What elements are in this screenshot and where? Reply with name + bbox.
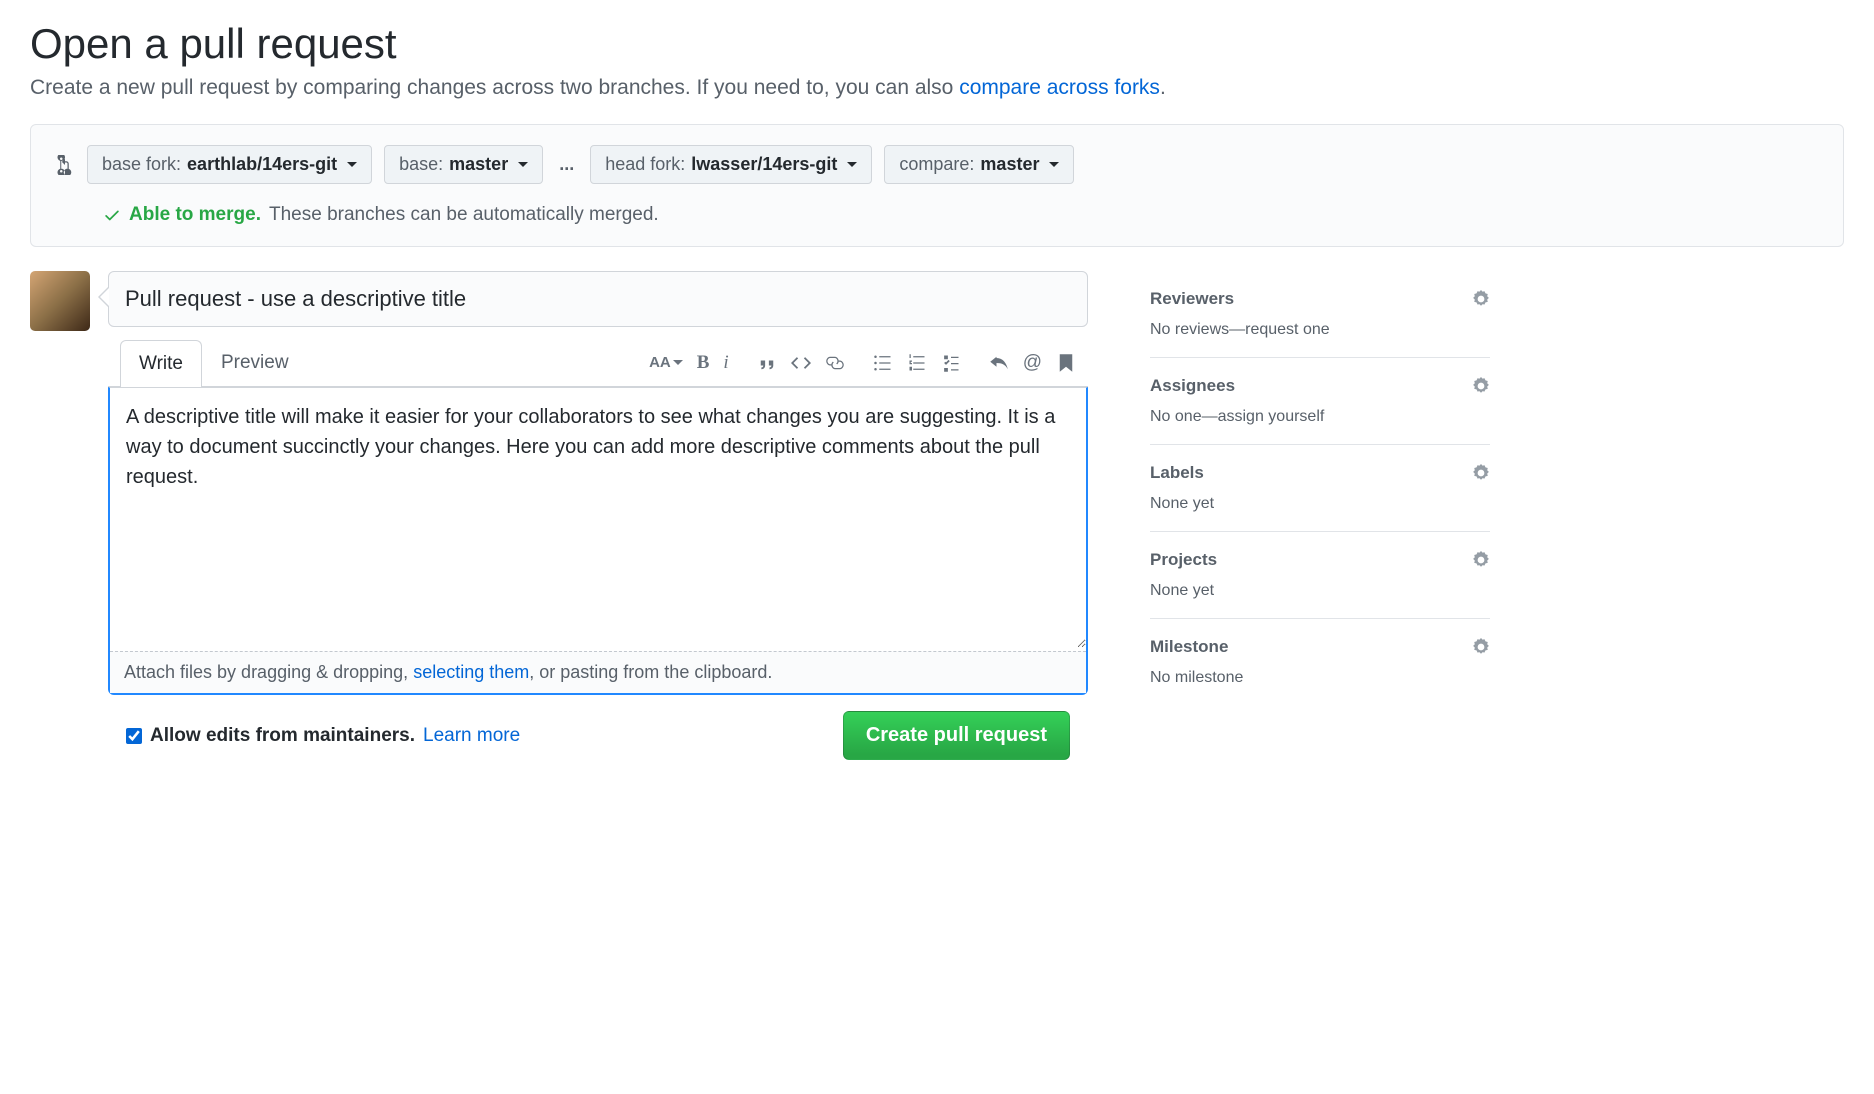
chevron-down-icon	[1049, 162, 1059, 167]
tab-write[interactable]: Write	[120, 340, 202, 387]
base-fork-label: base fork:	[102, 154, 181, 175]
bullet-list-icon[interactable]	[873, 353, 893, 373]
milestone-title: Milestone	[1150, 637, 1228, 657]
link-icon[interactable]	[825, 353, 845, 373]
chevron-down-icon	[847, 162, 857, 167]
head-fork-label: head fork:	[605, 154, 685, 175]
allow-edits-checkbox[interactable]	[126, 728, 142, 744]
tab-preview[interactable]: Preview	[202, 339, 308, 386]
page-title: Open a pull request	[30, 20, 1844, 68]
base-branch-select[interactable]: base: master	[384, 145, 543, 184]
quote-icon[interactable]	[757, 353, 777, 373]
learn-more-link[interactable]: Learn more	[423, 725, 520, 747]
chevron-down-icon	[347, 162, 357, 167]
attach-hint[interactable]: Attach files by dragging & dropping, sel…	[110, 651, 1086, 693]
gear-icon[interactable]	[1472, 290, 1490, 308]
sidebar-labels: Labels None yet	[1150, 445, 1490, 532]
page-subtitle: Create a new pull request by comparing c…	[30, 76, 1844, 100]
pr-form: Write Preview AA B i	[108, 271, 1088, 776]
allow-edits-label: Allow edits from maintainers.	[150, 725, 415, 747]
avatar	[30, 271, 90, 331]
milestone-body: No milestone	[1150, 669, 1490, 687]
sidebar-reviewers: Reviewers No reviews—request one	[1150, 271, 1490, 358]
assignees-prefix: No one—	[1150, 408, 1218, 425]
gear-icon[interactable]	[1472, 377, 1490, 395]
reviewers-body: No reviews—request one	[1150, 321, 1490, 339]
bold-icon[interactable]: B	[697, 352, 710, 374]
labels-body: None yet	[1150, 495, 1490, 513]
merge-status-text: Able to merge.	[129, 204, 261, 226]
subtitle-suffix: .	[1160, 76, 1166, 99]
assignees-title: Assignees	[1150, 376, 1235, 396]
compare-branch-select[interactable]: compare: master	[884, 145, 1074, 184]
base-label: base:	[399, 154, 443, 175]
pr-body-textarea[interactable]	[110, 388, 1086, 648]
sidebar-assignees: Assignees No one—assign yourself	[1150, 358, 1490, 445]
editor-toolbar: AA B i	[649, 352, 1076, 374]
bookmark-icon[interactable]	[1056, 353, 1076, 373]
allow-edits-row[interactable]: Allow edits from maintainers. Learn more	[126, 725, 520, 747]
mention-icon[interactable]: @	[1023, 352, 1042, 374]
gear-icon[interactable]	[1472, 464, 1490, 482]
editor-tabs: Write Preview AA B i	[108, 339, 1088, 387]
subtitle-text: Create a new pull request by comparing c…	[30, 76, 959, 99]
heading-icon[interactable]: AA	[649, 354, 683, 371]
italic-icon[interactable]: i	[723, 352, 728, 374]
assignees-body: No one—assign yourself	[1150, 408, 1490, 426]
reply-icon[interactable]	[989, 353, 1009, 373]
chevron-down-icon	[518, 162, 528, 167]
head-fork-select[interactable]: head fork: lwasser/14ers-git	[590, 145, 872, 184]
form-footer: Allow edits from maintainers. Learn more…	[108, 695, 1088, 776]
range-editor: base fork: earthlab/14ers-git base: mast…	[30, 124, 1844, 247]
code-icon[interactable]	[791, 353, 811, 373]
attach-suffix: , or pasting from the clipboard.	[529, 662, 772, 682]
projects-body: None yet	[1150, 582, 1490, 600]
attach-select-link[interactable]: selecting them	[413, 662, 529, 682]
compare-forks-link[interactable]: compare across forks	[959, 76, 1160, 99]
sidebar: Reviewers No reviews—request one Assigne…	[1150, 271, 1490, 776]
compare-value: master	[980, 154, 1039, 175]
reviewers-title: Reviewers	[1150, 289, 1234, 309]
gear-icon[interactable]	[1472, 551, 1490, 569]
sidebar-projects: Projects None yet	[1150, 532, 1490, 619]
assign-yourself-link[interactable]: assign yourself	[1218, 408, 1325, 425]
create-pr-button[interactable]: Create pull request	[843, 711, 1070, 760]
labels-title: Labels	[1150, 463, 1204, 483]
pr-title-input[interactable]	[108, 271, 1088, 327]
projects-title: Projects	[1150, 550, 1217, 570]
body-editor: Attach files by dragging & dropping, sel…	[108, 387, 1088, 695]
base-value: master	[449, 154, 508, 175]
sidebar-milestone: Milestone No milestone	[1150, 619, 1490, 705]
gear-icon[interactable]	[1472, 638, 1490, 656]
attach-prefix: Attach files by dragging & dropping,	[124, 662, 413, 682]
task-list-icon[interactable]	[941, 353, 961, 373]
merge-status: Able to merge. These branches can be aut…	[55, 204, 1819, 226]
head-fork-value: lwasser/14ers-git	[691, 154, 837, 175]
compare-label: compare:	[899, 154, 974, 175]
base-fork-value: earthlab/14ers-git	[187, 154, 337, 175]
merge-status-message: These branches can be automatically merg…	[269, 204, 659, 226]
check-icon	[103, 206, 121, 224]
git-compare-icon	[55, 155, 75, 175]
base-fork-select[interactable]: base fork: earthlab/14ers-git	[87, 145, 372, 184]
range-separator: ...	[555, 154, 578, 175]
numbered-list-icon[interactable]	[907, 353, 927, 373]
